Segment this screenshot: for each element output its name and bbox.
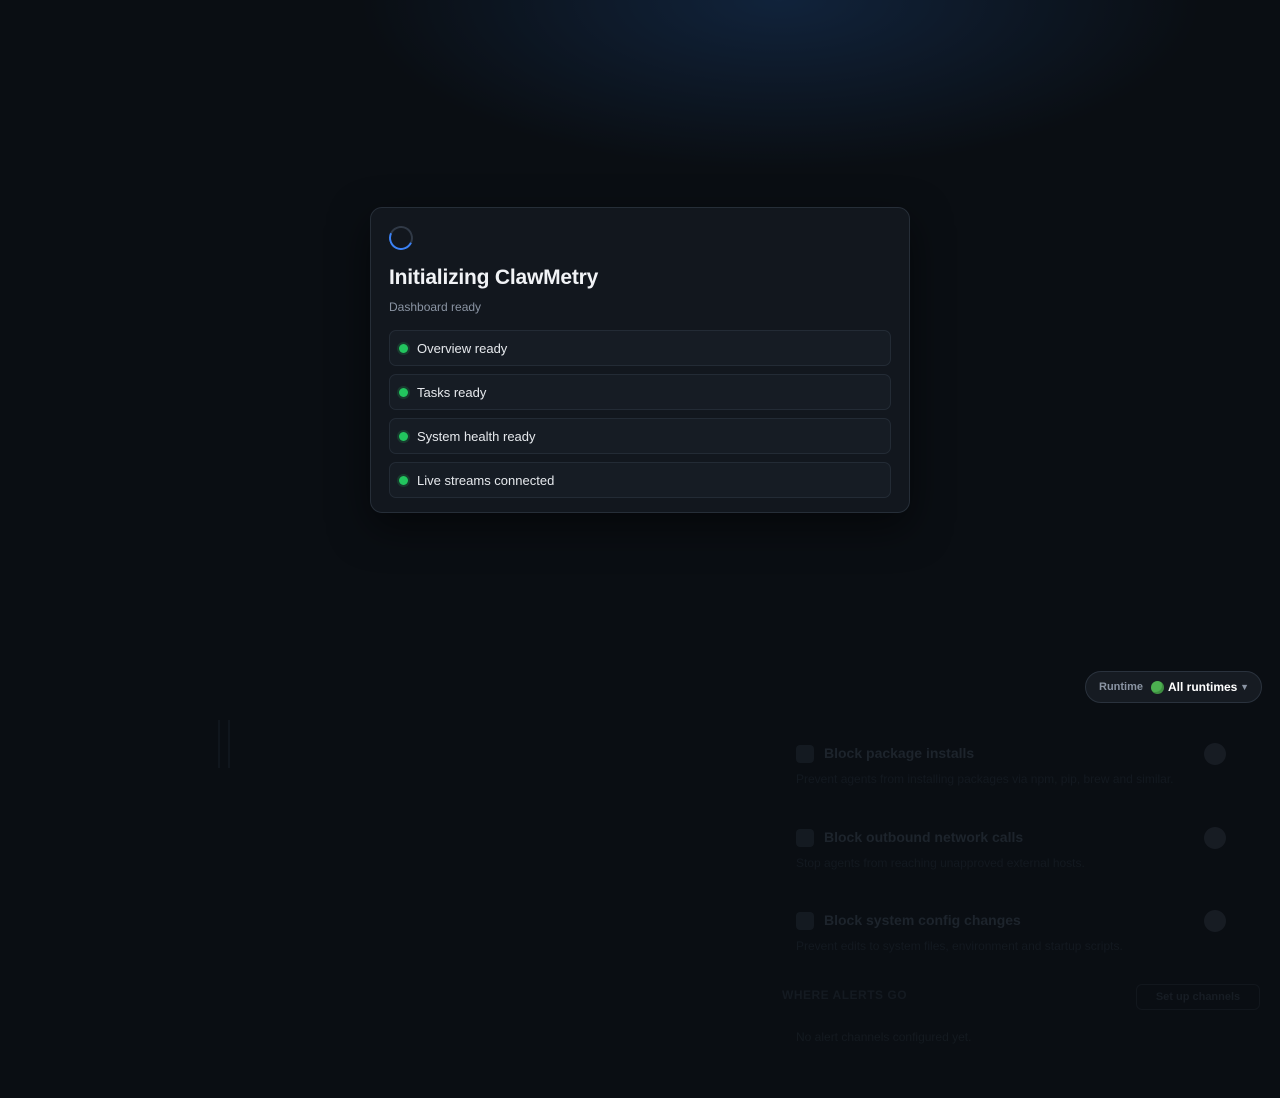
background-divider [218, 720, 220, 768]
policy-description: Stop agents from reaching unapproved ext… [796, 856, 1085, 870]
alerts-empty-note: No alert channels configured yet. [796, 1030, 972, 1044]
package-icon [796, 745, 814, 763]
loading-step-system-health: System health ready [389, 418, 891, 454]
network-icon [796, 829, 814, 847]
loading-step-live-streams: Live streams connected [389, 462, 891, 498]
policy-toggle[interactable] [1204, 827, 1226, 849]
step-label: Tasks ready [417, 384, 487, 400]
background-divider [228, 720, 230, 768]
app-stage: Block package installs Prevent agents fr… [0, 0, 1280, 1098]
loading-step-list: Overview ready Tasks ready System health… [389, 330, 891, 506]
policy-row-system-config: Block system config changes Prevent edit… [796, 910, 1236, 972]
alerts-section-title: WHERE ALERTS GO [782, 988, 908, 1002]
policy-toggle[interactable] [1204, 910, 1226, 932]
runtime-selector[interactable]: Runtime All runtimes ▼ [1085, 671, 1262, 703]
loading-modal: Initializing ClawMetry Dashboard ready O… [370, 207, 910, 513]
modal-status: Dashboard ready [389, 300, 482, 314]
policy-row-package-installs: Block package installs Prevent agents fr… [796, 743, 1236, 805]
loading-step-tasks: Tasks ready [389, 374, 891, 410]
status-dot-icon [399, 475, 408, 485]
step-label: Live streams connected [417, 472, 555, 488]
loading-spinner-icon [385, 222, 417, 254]
step-label: Overview ready [417, 340, 508, 356]
runtime-label: Runtime [1099, 681, 1143, 693]
policy-row-outbound-network: Block outbound network calls Stop agents… [796, 827, 1236, 889]
runtime-status-dot [1151, 680, 1164, 694]
runtime-value: All runtimes [1168, 680, 1238, 694]
background-dashboard: Block package installs Prevent agents fr… [0, 0, 1280, 1098]
policy-title: Block outbound network calls [824, 829, 1024, 845]
status-dot-icon [399, 387, 408, 397]
policy-description: Prevent edits to system files, environme… [796, 939, 1123, 953]
policy-description: Prevent agents from installing packages … [796, 772, 1174, 786]
chevron-down-icon: ▼ [1240, 682, 1249, 692]
policy-title: Block system config changes [824, 912, 1021, 928]
status-dot-icon [399, 431, 408, 441]
step-label: System health ready [417, 428, 536, 444]
gear-icon [796, 912, 814, 930]
loading-step-overview: Overview ready [389, 330, 891, 366]
policy-toggle[interactable] [1204, 743, 1226, 765]
modal-title: Initializing ClawMetry [389, 266, 599, 289]
setup-channels-button[interactable]: Set up channels [1136, 984, 1260, 1010]
policy-title: Block package installs [824, 745, 975, 761]
status-dot-icon [399, 343, 408, 353]
